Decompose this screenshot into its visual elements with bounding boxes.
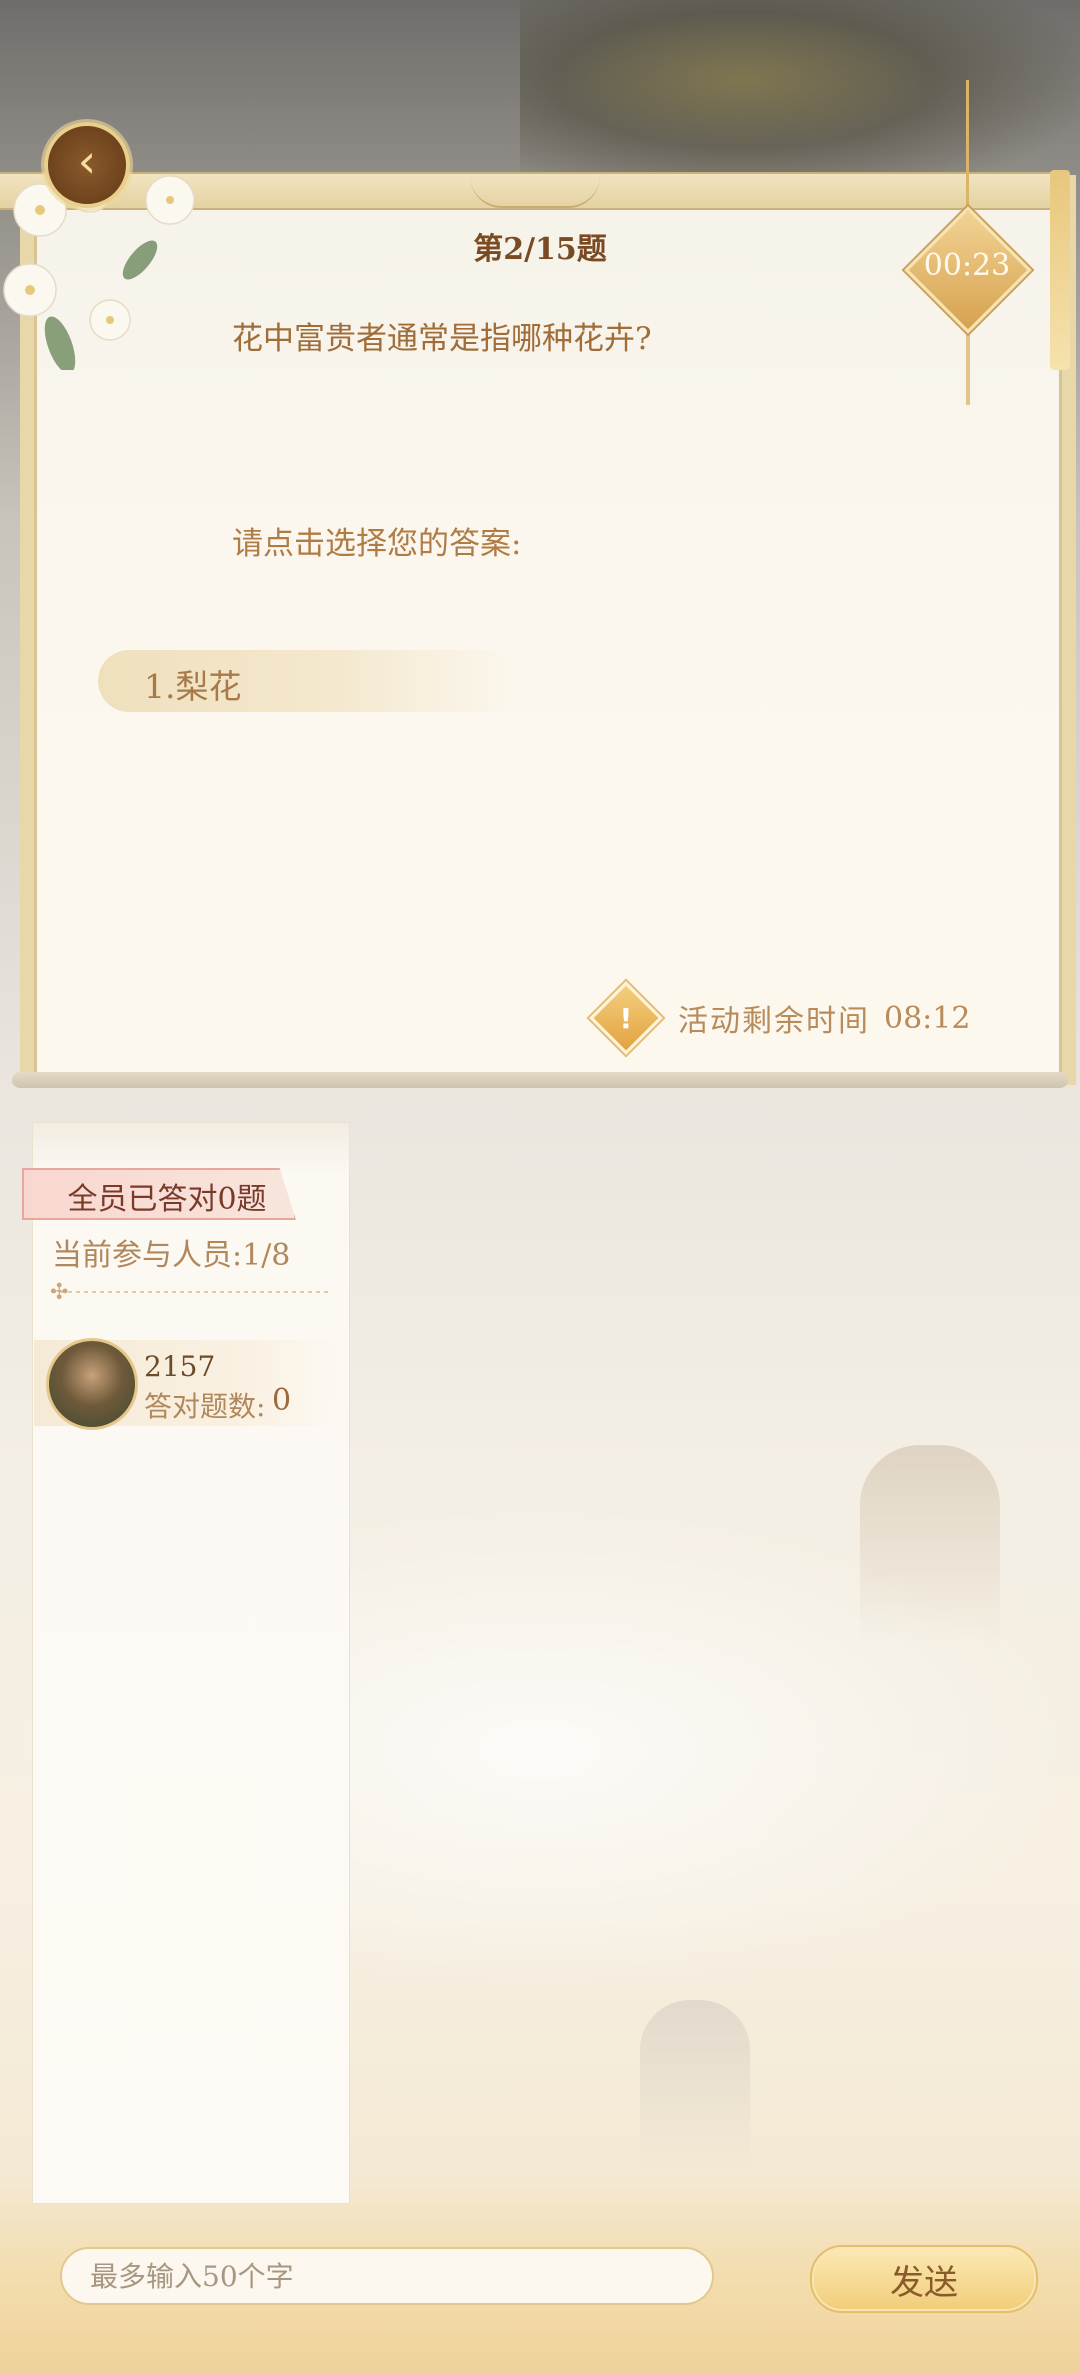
background-rock xyxy=(860,1445,1000,1645)
activity-time-label: 活动剩余时间 xyxy=(678,1004,870,1039)
divider xyxy=(52,1291,328,1293)
answer-option-label: 1.梨花 xyxy=(144,667,242,706)
participant-panel xyxy=(32,1122,350,2204)
player-name: 2157 xyxy=(144,1350,216,1383)
scroll-bottom-rod xyxy=(12,1072,1068,1088)
flower-decoration-icon xyxy=(3,170,195,370)
flower-divider-icon: ✣ xyxy=(50,1280,69,1305)
send-button[interactable]: 发送 xyxy=(810,2245,1038,2313)
activity-time: ! 活动剩余时间 08:12 xyxy=(589,981,971,1055)
warning-icon: ! xyxy=(589,981,663,1055)
avatar[interactable] xyxy=(46,1338,138,1430)
top-ornament xyxy=(470,176,600,208)
background-rock xyxy=(640,2000,750,2170)
hanging-ornament xyxy=(1050,170,1070,370)
activity-time-value: 08:12 xyxy=(884,1000,971,1036)
back-button[interactable]: ‹ xyxy=(44,122,130,208)
participant-count: 当前参与人员:1/8 xyxy=(52,1238,291,1273)
question-number: 第2/15题 xyxy=(473,232,607,267)
answer-option[interactable]: 1.梨花 xyxy=(98,650,518,712)
message-input[interactable] xyxy=(60,2247,714,2305)
back-arrow-icon: ‹ xyxy=(77,134,97,188)
status-ribbon-text: 全员已答对0题 xyxy=(67,1182,267,1217)
question-text: 花中富贵者通常是指哪种花卉? xyxy=(232,321,652,357)
player-score-value: 0 xyxy=(272,1383,292,1418)
answer-prompt: 请点击选择您的答案: xyxy=(232,526,522,562)
background-foliage xyxy=(520,0,1080,200)
player-score-label: 答对题数: xyxy=(144,1390,266,1423)
timer-tassel xyxy=(966,330,970,405)
